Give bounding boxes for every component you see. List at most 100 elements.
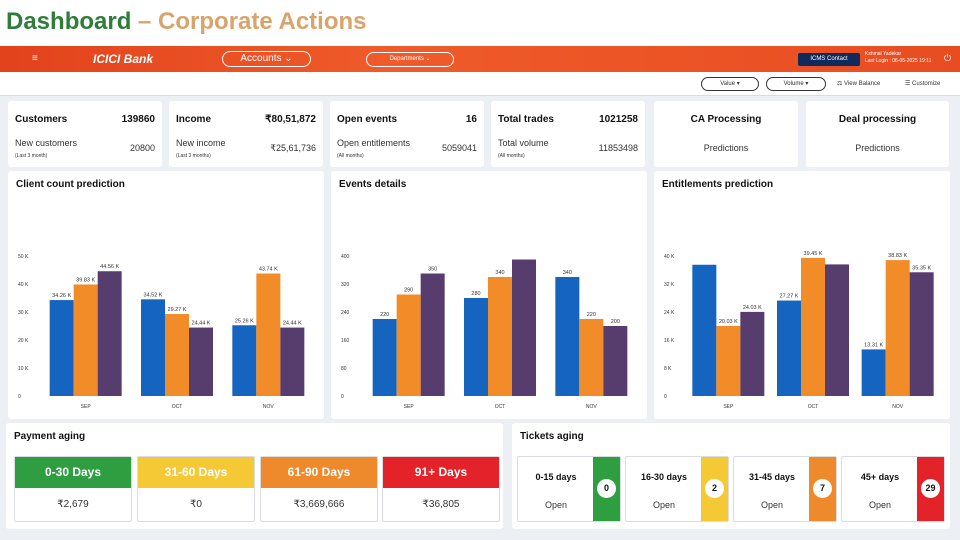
ticket-status: Open: [652, 500, 676, 510]
y-tick-label: 40 K: [664, 254, 675, 260]
ticket-count-badge: 29: [921, 479, 940, 498]
kpi-sub-note: (All months): [498, 153, 525, 159]
kpi-sub-value: ₹25,61,736: [270, 143, 316, 153]
kpi-sub-label: Total volume: [498, 138, 549, 148]
data-label: 340: [495, 270, 504, 276]
data-label: 13.31 K: [864, 342, 883, 348]
ticket-color-strip: 2: [701, 457, 728, 521]
bar: [280, 327, 305, 396]
kpi-card-customers[interactable]: Customers 139860 New customers (Last 3 m…: [8, 101, 162, 167]
section-title: Payment aging: [14, 431, 86, 442]
card-title: CA Processing: [690, 114, 762, 125]
tickets-aging-panel: Tickets aging 0-15 days Open 0 16-30 day…: [512, 423, 950, 529]
payment-bucket-value: ₹0: [190, 499, 202, 510]
ticket-count-badge: 0: [597, 479, 616, 498]
payment-bucket[interactable]: 61-90 Days ₹3,669,666: [260, 456, 378, 522]
section-title: Tickets aging: [520, 431, 584, 442]
y-tick-label: 32 K: [664, 282, 675, 288]
last-login: Last Login : 06-05-2025 19:11: [865, 58, 932, 64]
kpi-card-total-trades[interactable]: Total trades 1021258 Total volume (All m…: [491, 101, 645, 167]
bar: [488, 277, 512, 396]
events-details-chart-card: Events details 0 80 160 240 320 400 220 290 350 S…: [331, 171, 647, 419]
volume-label: Volume: [783, 81, 804, 87]
payment-bucket[interactable]: 31-60 Days ₹0: [137, 456, 255, 522]
data-label: 34.26 K: [52, 293, 71, 299]
user-info: Kshmal Yadekar Last Login : 06-05-2025 1…: [865, 51, 931, 65]
ticket-color-strip: 29: [917, 457, 944, 521]
bar: [909, 272, 934, 396]
client-count-chart: 0 10 K 20 K 30 K 40 K 50 K 34.26 K 39.83 K 44.56…: [18, 254, 305, 410]
view-balance-link[interactable]: ⚖ View Balance: [837, 80, 880, 87]
entitlements-chart-card: Entitlements prediction 08 K 16 K 24 K 32 K…: [654, 171, 950, 419]
accounts-dropdown[interactable]: Accounts ⌄: [222, 51, 311, 67]
y-tick-label: 16 K: [664, 338, 675, 344]
data-label: 200: [611, 319, 620, 325]
deal-processing-card[interactable]: Deal processing Predictions: [806, 101, 949, 167]
x-tick-label: SEP: [404, 404, 415, 410]
y-tick-label: 160: [341, 338, 350, 344]
ticket-bucket[interactable]: 0-15 days Open 0: [517, 456, 621, 522]
kpi-sub-value: 20800: [129, 143, 155, 153]
data-label: 20.03 K: [719, 319, 738, 325]
bar: [885, 260, 910, 396]
data-label: 38.83 K: [888, 253, 907, 259]
slide-title-main: Dashboard: [6, 8, 132, 35]
kpi-sub-note: (All months): [337, 153, 364, 159]
y-tick-label: 80: [341, 366, 347, 372]
ticket-bucket[interactable]: 31-45 days Open 7: [733, 456, 837, 522]
value-dropdown[interactable]: Value ▾: [701, 77, 759, 91]
kpi-title: Total trades: [498, 114, 554, 125]
departments-dropdown[interactable]: Departments ⌄: [366, 52, 454, 67]
menu-icon[interactable]: ≡: [32, 53, 38, 64]
data-label: 35.35 K: [912, 265, 931, 271]
payment-bucket[interactable]: 0-30 Days ₹2,679: [14, 456, 132, 522]
customize-link[interactable]: ☰ Customize: [905, 80, 940, 87]
y-tick-label: 50 K: [18, 254, 29, 260]
customize-label: Customize: [912, 81, 941, 87]
data-label: 43.74 K: [259, 267, 278, 273]
bar: [555, 277, 580, 396]
bar: [420, 273, 445, 396]
bar: [692, 264, 717, 396]
kpi-card-open-events[interactable]: Open events 16 Open entitlements (All mo…: [330, 101, 484, 167]
kpi-card-income[interactable]: Income ₹80,51,872 New income (Last 3 mon…: [169, 101, 323, 167]
payment-bucket[interactable]: 91+ Days ₹36,805: [382, 456, 500, 522]
payment-bucket-label: 61-90 Days: [261, 457, 377, 488]
data-label: 29.27 K: [168, 307, 187, 313]
ticket-count-badge: 2: [705, 479, 724, 498]
payment-bucket-value: ₹36,805: [422, 499, 460, 510]
payment-bucket-label: 91+ Days: [383, 457, 499, 488]
ca-processing-card[interactable]: CA Processing Predictions: [654, 101, 798, 167]
bar: [716, 325, 741, 396]
y-tick-label: 400: [341, 254, 350, 260]
power-icon[interactable]: ⏻: [944, 53, 951, 64]
kpi-sub-value: 11853498: [598, 143, 638, 153]
top-navbar: ≡ ICICI Bank Accounts ⌄ Departments ⌄ IC…: [0, 46, 960, 72]
bar: [512, 259, 536, 396]
bar: [603, 326, 628, 396]
bar: [165, 314, 189, 396]
data-label: 24.44 K: [192, 321, 211, 327]
bar: [141, 299, 165, 396]
ticket-bucket[interactable]: 16-30 days Open 2: [625, 456, 729, 522]
icms-contact-button[interactable]: ICMS Contact: [798, 53, 860, 66]
ticket-bucket-label: 16-30 days: [640, 472, 688, 482]
y-tick-label: 240: [341, 310, 350, 316]
kpi-title: Customers: [15, 114, 68, 125]
x-tick-label: NOV: [586, 404, 598, 410]
sub-toolbar: Value ▾ Volume ▾ ⚖ View Balance ☰ Custom…: [0, 72, 960, 96]
data-label: 27.27 K: [780, 294, 799, 300]
bar: [801, 257, 825, 396]
ticket-count-badge: 7: [813, 479, 832, 498]
data-label: 220: [587, 312, 596, 318]
brand-logo: ICICI Bank: [93, 52, 153, 66]
list-icon: ☰: [905, 81, 913, 87]
x-tick-label: SEP: [81, 404, 92, 410]
ticket-bucket[interactable]: 45+ days Open 29: [841, 456, 945, 522]
bar: [396, 294, 421, 396]
volume-dropdown[interactable]: Volume ▾: [766, 77, 826, 91]
data-label: 350: [428, 267, 437, 273]
departments-label: Departments: [389, 56, 424, 62]
y-tick-label: 24 K: [664, 310, 675, 316]
user-name: Kshmal Yadekar: [865, 51, 902, 57]
